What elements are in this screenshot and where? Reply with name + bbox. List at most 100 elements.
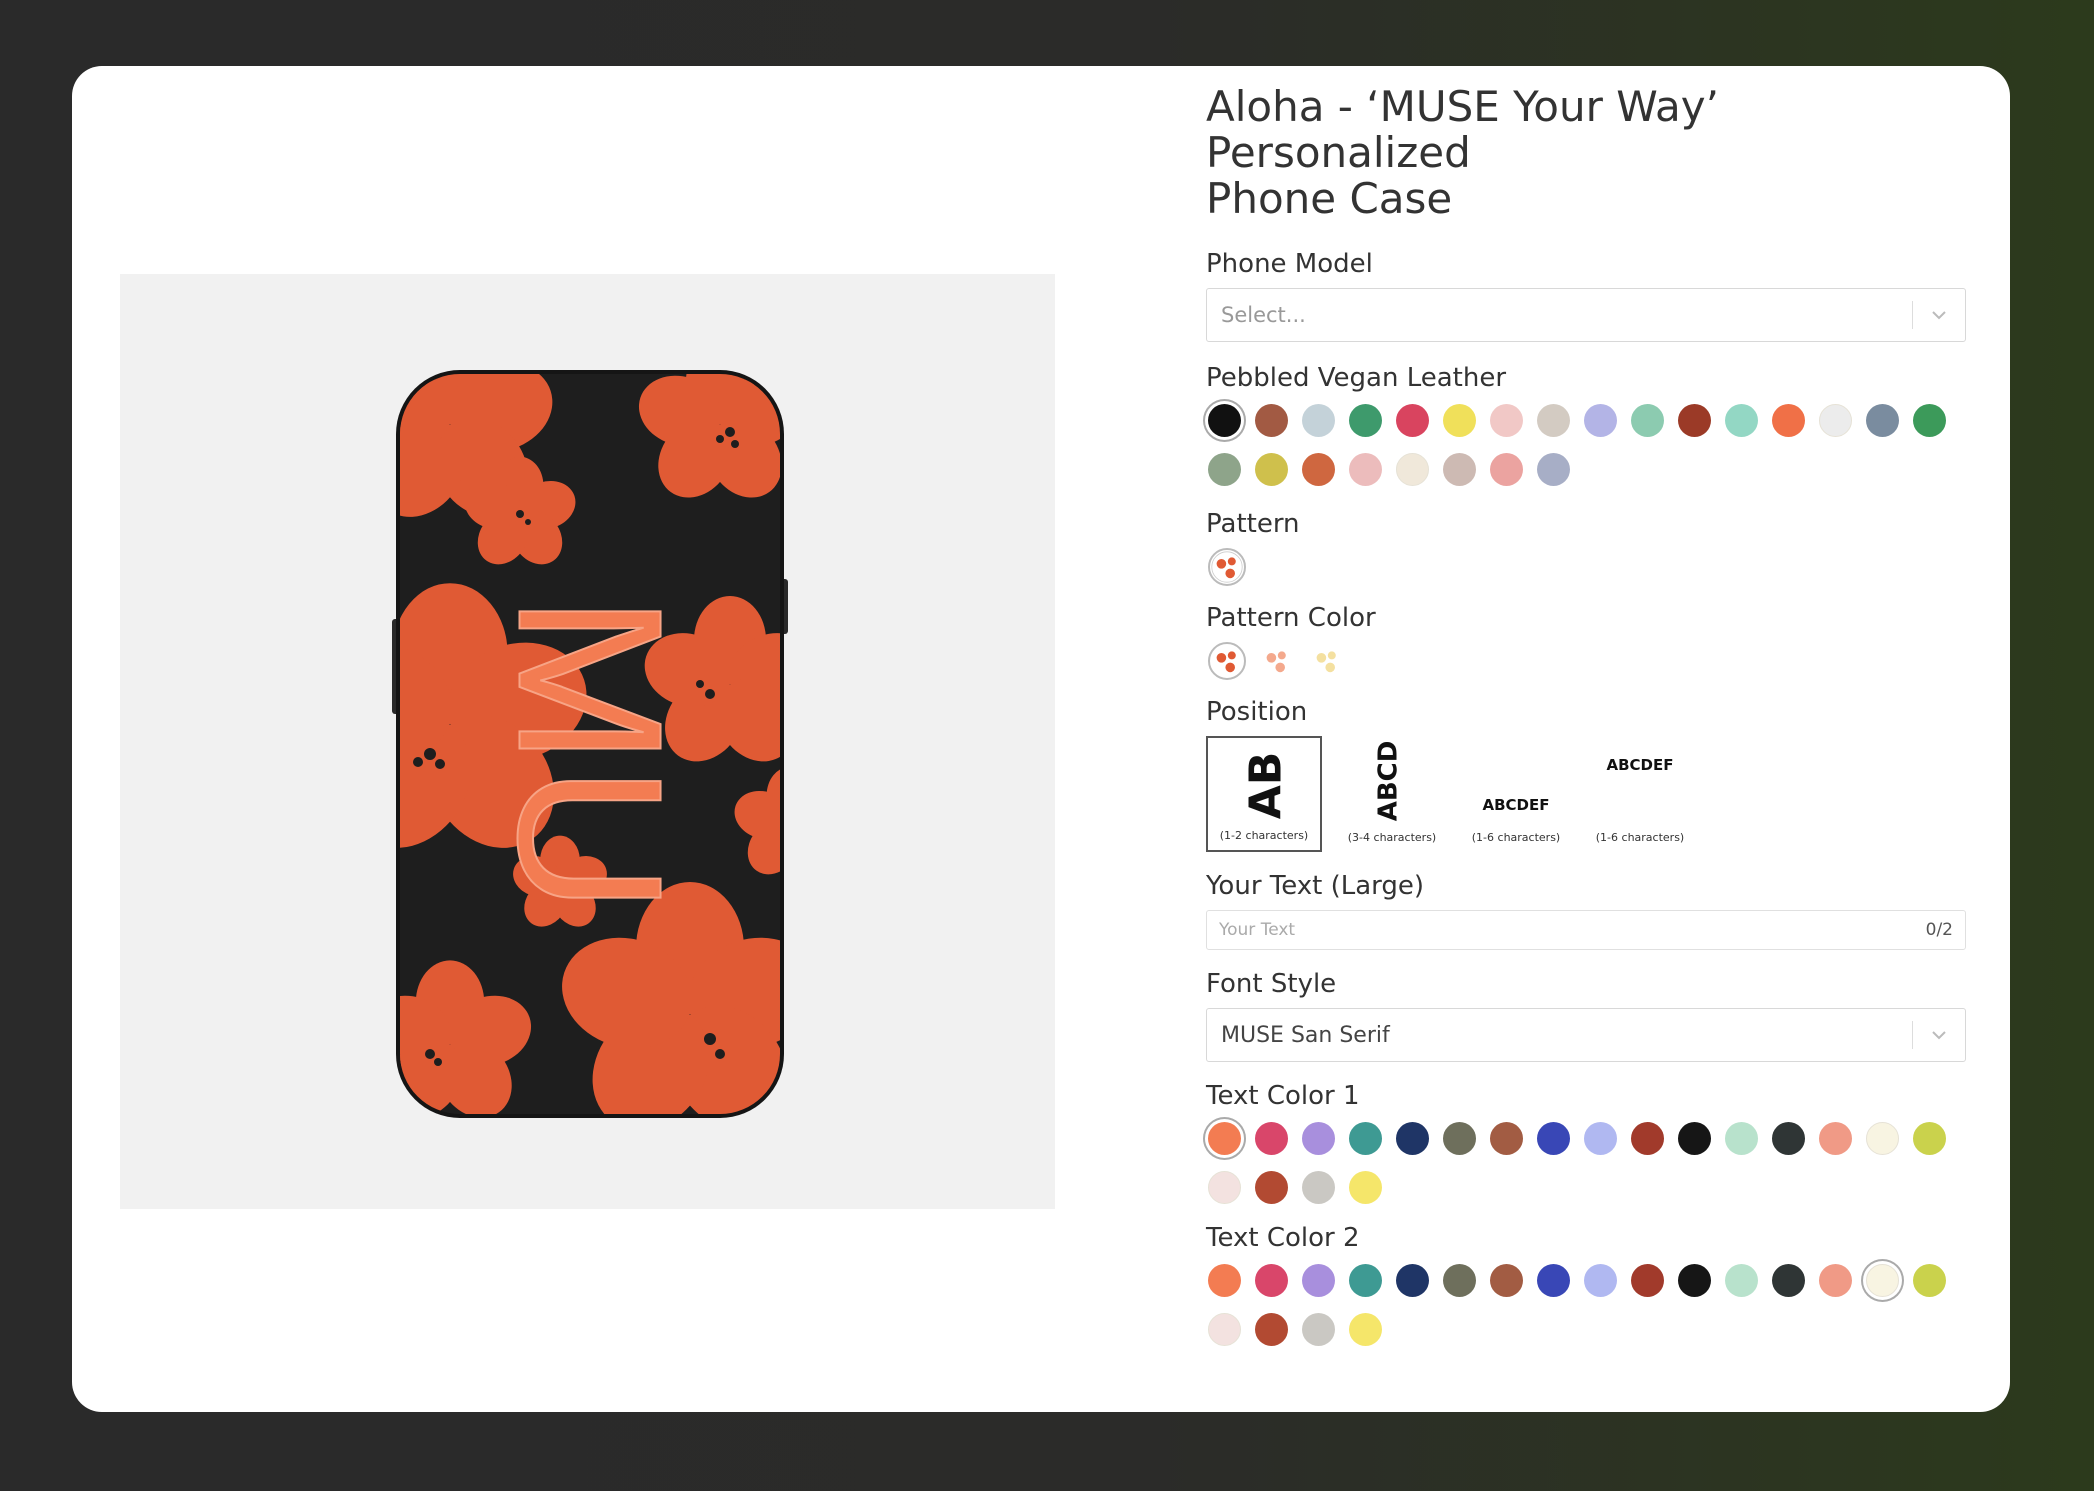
leather-color-swatch[interactable]: [1866, 404, 1899, 437]
text-color-2-swatch[interactable]: [1584, 1264, 1617, 1297]
leather-color-swatch[interactable]: [1349, 453, 1382, 486]
monogram-text: MU: [476, 595, 705, 914]
leather-color-swatch[interactable]: [1302, 404, 1335, 437]
your-text-label: Your Text (Large): [1206, 871, 1425, 901]
text-color-2-swatch[interactable]: [1255, 1264, 1288, 1297]
position-caption: (3-4 characters): [1347, 831, 1437, 844]
leather-color-swatch[interactable]: [1255, 453, 1288, 486]
text-color-2-swatch[interactable]: [1866, 1264, 1899, 1297]
font-style-label: Font Style: [1206, 969, 1337, 999]
pattern-color-option[interactable]: [1308, 642, 1346, 680]
font-style-value: MUSE San Serif: [1221, 1022, 1390, 1048]
leather-color-swatch[interactable]: [1772, 404, 1805, 437]
phone-case-render: MU: [392, 370, 788, 1118]
text-color-1-swatch[interactable]: [1678, 1122, 1711, 1155]
leather-color-swatch[interactable]: [1302, 453, 1335, 486]
text-color-1-swatch[interactable]: [1443, 1122, 1476, 1155]
position-option-4[interactable]: ABCDEF (1-6 characters): [1578, 736, 1702, 852]
character-count: 0/2: [1925, 920, 1953, 940]
text-color-1-swatches: [1206, 1122, 1966, 1204]
text-color-1-swatch[interactable]: [1302, 1171, 1335, 1204]
flower-pattern-icon[interactable]: [1208, 548, 1246, 586]
position-option-2[interactable]: ABCD (3-4 characters): [1330, 736, 1454, 852]
text-color-2-swatch[interactable]: [1255, 1313, 1288, 1346]
text-color-2-swatch[interactable]: [1631, 1264, 1664, 1297]
text-color-2-swatch[interactable]: [1537, 1264, 1570, 1297]
phone-model-select[interactable]: Select...: [1206, 288, 1966, 342]
position-sample: AB: [1240, 751, 1292, 820]
pattern-color-option[interactable]: [1208, 642, 1246, 680]
text-color-2-swatch[interactable]: [1302, 1264, 1335, 1297]
pattern-color-label: Pattern Color: [1206, 603, 1376, 633]
text-color-2-swatch[interactable]: [1443, 1264, 1476, 1297]
customization-panel: Aloha - ‘MUSE Your Way’ Personalized Pho…: [1206, 76, 1966, 1346]
leather-color-swatch[interactable]: [1537, 404, 1570, 437]
position-option-1[interactable]: AB (1-2 characters): [1206, 736, 1322, 852]
leather-color-swatch[interactable]: [1725, 404, 1758, 437]
text-color-2-swatches: [1206, 1264, 1966, 1346]
leather-color-swatch[interactable]: [1208, 453, 1241, 486]
text-color-1-swatch[interactable]: [1725, 1122, 1758, 1155]
text-color-1-swatch[interactable]: [1349, 1122, 1382, 1155]
position-sample: ABCD: [1373, 740, 1404, 822]
text-color-2-swatch[interactable]: [1490, 1264, 1523, 1297]
leather-color-swatch[interactable]: [1443, 404, 1476, 437]
text-color-1-swatch[interactable]: [1396, 1122, 1429, 1155]
leather-color-swatch[interactable]: [1678, 404, 1711, 437]
text-color-2-swatch[interactable]: [1678, 1264, 1711, 1297]
chevron-down-icon[interactable]: [1927, 1023, 1951, 1047]
leather-color-swatch[interactable]: [1819, 404, 1852, 437]
text-color-1-swatch[interactable]: [1255, 1122, 1288, 1155]
text-color-1-swatch[interactable]: [1631, 1122, 1664, 1155]
leather-color-swatch[interactable]: [1490, 453, 1523, 486]
text-color-1-swatch[interactable]: [1772, 1122, 1805, 1155]
text-color-2-swatch[interactable]: [1208, 1264, 1241, 1297]
text-color-1-swatch[interactable]: [1208, 1122, 1241, 1155]
text-color-1-swatch[interactable]: [1819, 1122, 1852, 1155]
position-sample: ABCDEF: [1482, 796, 1550, 814]
text-color-1-swatch[interactable]: [1302, 1122, 1335, 1155]
position-sample: ABCDEF: [1606, 756, 1674, 774]
your-text-input[interactable]: Your Text 0/2: [1206, 910, 1966, 950]
text-color-1-swatch[interactable]: [1537, 1122, 1570, 1155]
text-color-2-swatch[interactable]: [1396, 1264, 1429, 1297]
leather-color-swatch[interactable]: [1490, 404, 1523, 437]
text-color-2-swatch[interactable]: [1349, 1313, 1382, 1346]
text-color-2-swatch[interactable]: [1819, 1264, 1852, 1297]
leather-color-swatch[interactable]: [1396, 453, 1429, 486]
text-color-1-swatch[interactable]: [1866, 1122, 1899, 1155]
product-card: MU Aloha - ‘MUSE Your Way’ Personalized …: [72, 66, 2010, 1412]
position-options: AB (1-2 characters) ABCD (3-4 characters…: [1206, 736, 1966, 852]
leather-color-swatch[interactable]: [1396, 404, 1429, 437]
position-label: Position: [1206, 697, 1308, 727]
text-color-2-swatch[interactable]: [1772, 1264, 1805, 1297]
text-color-1-swatch[interactable]: [1349, 1171, 1382, 1204]
position-option-3[interactable]: ABCDEF (1-6 characters): [1454, 736, 1578, 852]
phone-case-image: MU: [390, 364, 790, 1124]
leather-color-swatch[interactable]: [1255, 404, 1288, 437]
font-style-select[interactable]: MUSE San Serif: [1206, 1008, 1966, 1062]
pattern-color-option[interactable]: [1258, 642, 1296, 680]
product-title-line2: Phone Case: [1206, 174, 1453, 223]
leather-color-swatch[interactable]: [1349, 404, 1382, 437]
text-color-1-swatch[interactable]: [1255, 1171, 1288, 1204]
leather-color-swatch[interactable]: [1443, 453, 1476, 486]
leather-color-swatch[interactable]: [1208, 404, 1241, 437]
leather-color-swatch[interactable]: [1913, 404, 1946, 437]
text-color-2-swatch[interactable]: [1208, 1313, 1241, 1346]
position-caption: (1-6 characters): [1471, 831, 1561, 844]
leather-color-swatch[interactable]: [1631, 404, 1664, 437]
chevron-down-icon[interactable]: [1927, 303, 1951, 327]
text-color-1-swatch[interactable]: [1584, 1122, 1617, 1155]
text-color-1-swatch[interactable]: [1208, 1171, 1241, 1204]
text-color-2-swatch[interactable]: [1725, 1264, 1758, 1297]
leather-color-swatch[interactable]: [1584, 404, 1617, 437]
text-color-1-swatch[interactable]: [1913, 1122, 1946, 1155]
leather-color-swatch[interactable]: [1537, 453, 1570, 486]
text-color-2-swatch[interactable]: [1349, 1264, 1382, 1297]
select-divider: [1912, 1021, 1913, 1049]
text-color-1-swatch[interactable]: [1490, 1122, 1523, 1155]
text-color-2-swatch[interactable]: [1913, 1264, 1946, 1297]
pattern-label: Pattern: [1206, 509, 1300, 539]
text-color-2-swatch[interactable]: [1302, 1313, 1335, 1346]
